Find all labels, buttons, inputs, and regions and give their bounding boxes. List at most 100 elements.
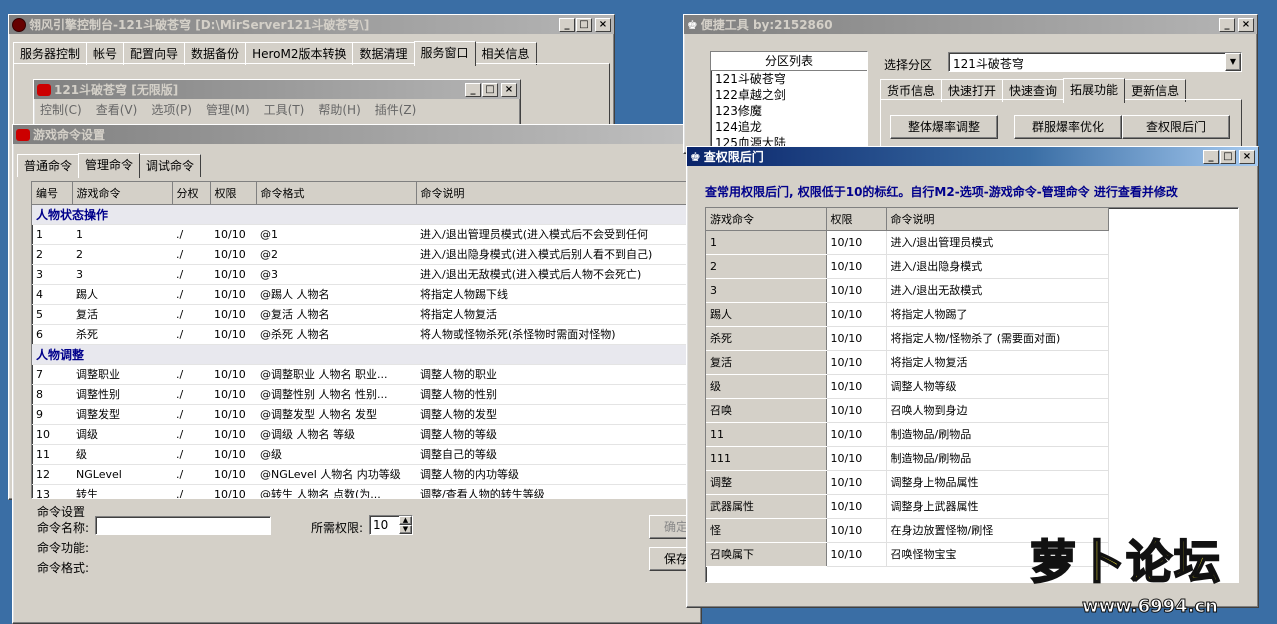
tools-tab-3[interactable]: 拓展功能 [1063, 78, 1126, 103]
command-tab-1[interactable]: 管理命令 [78, 153, 141, 178]
stepper-down-icon[interactable]: ▼ [399, 525, 412, 534]
console-tab-3[interactable]: 数据备份 [184, 42, 247, 65]
maximize-icon[interactable]: □ [1220, 149, 1236, 164]
menu-item-4[interactable]: 工具(T) [264, 101, 305, 118]
table-row[interactable]: 7 调整职业 ./10/10 @调整职业 人物名 职业... 调整人物的职业 [32, 364, 701, 385]
tools-titlebar[interactable]: ♚ 便捷工具 by:2152860 _ × [684, 15, 1257, 34]
table-row[interactable]: 13 转生 ./10/10 @转生 人物名 点数(为... 调整/查看人物的转生等级 [32, 484, 701, 498]
table-row[interactable]: 武器属性 10/10 调整身上武器属性 [706, 494, 1109, 519]
table-row[interactable]: 12 NGLevel ./10/10 @NGLevel 人物名 内功等级 调整人物的内功… [32, 464, 701, 485]
table-row[interactable]: 4 踢人 ./10/10 @踢人 人物名 将指定人物踢下线 [32, 284, 701, 305]
table-cell: 进入/退出隐身模式(进入模式后别人看不到自己) [416, 244, 701, 265]
table-row[interactable]: 10 调级 ./10/10 @调级 人物名 等级 调整人物的等级 [32, 424, 701, 445]
column-header[interactable]: 游戏命令 [706, 208, 827, 231]
app-logo-icon [12, 17, 26, 32]
tool-button-2[interactable]: 查权限后门 [1122, 115, 1230, 139]
table-row[interactable]: 11 10/10 制造物品/刷物品 [706, 422, 1109, 447]
close-icon[interactable]: × [595, 17, 611, 32]
tool-button-0[interactable]: 整体爆率调整 [890, 115, 998, 139]
column-header[interactable]: 分权 [172, 182, 211, 205]
command-tab-2[interactable]: 调试命令 [139, 154, 202, 177]
table-row[interactable]: 级 10/10 调整人物等级 [706, 374, 1109, 399]
partition-item[interactable]: 123修魔 [715, 103, 867, 119]
menu-item-3[interactable]: 管理(M) [206, 101, 250, 118]
chevron-down-icon[interactable]: ▼ [1225, 53, 1241, 71]
table-row[interactable]: 召唤 10/10 召唤人物到身边 [706, 398, 1109, 423]
table-cell: 2 [32, 244, 72, 265]
table-row[interactable]: 2 10/10 进入/退出隐身模式 [706, 254, 1109, 279]
group-row: 人物调整 [32, 344, 701, 365]
minimize-icon[interactable]: _ [1203, 149, 1219, 164]
table-row[interactable]: 调整 10/10 调整身上物品属性 [706, 470, 1109, 495]
service-titlebar[interactable]: 121斗破苍穹 [无限版] _ □ × [34, 80, 520, 99]
command-tab-0[interactable]: 普通命令 [17, 154, 80, 177]
tools-title: 便捷工具 by:2152860 [700, 18, 833, 32]
table-row[interactable]: 2 2 ./10/10 @2 进入/退出隐身模式(进入模式后别人看不到自己) [32, 244, 701, 265]
console-tab-2[interactable]: 配置向导 [123, 42, 186, 65]
table-cell: 制造物品/刷物品 [886, 422, 1109, 447]
table-cell: 6 [32, 324, 72, 345]
console-tab-5[interactable]: 数据清理 [352, 42, 415, 65]
tool-button-1[interactable]: 群服爆率优化 [1014, 115, 1122, 139]
menu-item-2[interactable]: 选项(P) [151, 101, 192, 118]
table-row[interactable]: 杀死 10/10 将指定人物/怪物杀了 (需要面对面) [706, 326, 1109, 351]
minimize-icon[interactable]: _ [465, 82, 481, 97]
console-tab-6[interactable]: 服务窗口 [413, 41, 476, 66]
stepper-up-icon[interactable]: ▲ [399, 516, 412, 525]
command-table[interactable]: 编号 游戏命令 分权 权限 命令格式 命令说明 人物状态操作 1 1 ./10/10 @1 进入/退… [31, 181, 701, 499]
maximize-icon[interactable]: □ [576, 17, 592, 32]
column-header[interactable]: 权限 [826, 208, 887, 231]
menu-item-5[interactable]: 帮助(H) [318, 101, 360, 118]
table-row[interactable]: 6 杀死 ./10/10 @杀死 人物名 将人物或怪物杀死(杀怪物时需面对怪物) [32, 324, 701, 345]
close-icon[interactable]: × [1239, 149, 1255, 164]
console-tab-1[interactable]: 帐号 [86, 42, 125, 65]
console-tab-0[interactable]: 服务器控制 [13, 42, 88, 65]
menu-item-6[interactable]: 插件(Z) [375, 101, 417, 118]
close-icon[interactable]: × [501, 82, 517, 97]
partition-item[interactable]: 122卓越之剑 [715, 87, 867, 103]
table-row[interactable]: 复活 10/10 将指定人物复活 [706, 350, 1109, 375]
column-header[interactable]: 命令说明 [416, 182, 701, 205]
partition-select[interactable]: 121斗破苍穹 ▼ [948, 52, 1242, 72]
table-row[interactable]: 1 10/10 进入/退出管理员模式 [706, 230, 1109, 255]
partition-item[interactable]: 124追龙 [715, 119, 867, 135]
maximize-icon[interactable]: □ [482, 82, 498, 97]
menu-item-1[interactable]: 查看(V) [96, 101, 138, 118]
table-cell: 10/10 [210, 264, 256, 285]
minimize-icon[interactable]: _ [559, 17, 575, 32]
table-row[interactable]: 9 调整发型 ./10/10 @调整发型 人物名 发型 调整人物的发型 [32, 404, 701, 425]
command-name-input[interactable] [95, 516, 271, 535]
table-cell: 10/10 [826, 254, 887, 279]
table-row[interactable]: 踢人 10/10 将指定人物踢了 [706, 302, 1109, 327]
game-command-titlebar[interactable]: 游戏命令设置 [13, 125, 701, 144]
partition-item[interactable]: 121斗破苍穹 [715, 71, 867, 87]
console-titlebar[interactable]: 翎风引擎控制台-121斗破苍穹 [D:\MirServer121斗破苍穹\] _… [9, 15, 614, 34]
partition-list[interactable]: 分区列表 121斗破苍穹 122卓越之剑 123修魔 124追龙 125血源大陆 [710, 51, 868, 153]
column-header[interactable]: 命令格式 [256, 182, 417, 205]
table-cell: @级 [256, 444, 416, 465]
table-row[interactable]: 1 1 ./10/10 @1 进入/退出管理员模式(进入模式后不会受到任何 [32, 224, 701, 245]
minimize-icon[interactable]: _ [1219, 17, 1235, 32]
permission-titlebar[interactable]: ♚ 查权限后门 _ □ × [687, 147, 1258, 166]
table-cell: 2 [706, 254, 827, 279]
table-row[interactable]: 3 3 ./10/10 @3 进入/退出无敌模式(进入模式后人物不会死亡) [32, 264, 701, 285]
close-icon[interactable]: × [1238, 17, 1254, 32]
table-row[interactable]: 8 调整性别 ./10/10 @调整性别 人物名 性别... 调整人物的性别 [32, 384, 701, 405]
console-tab-7[interactable]: 相关信息 [474, 42, 537, 65]
table-cell: 将指定人物复活 [416, 304, 701, 325]
table-row[interactable]: 111 10/10 制造物品/刷物品 [706, 446, 1109, 471]
column-header[interactable]: 权限 [210, 182, 257, 205]
table-cell: 13 [32, 484, 72, 498]
partition-select-value: 121斗破苍穹 [953, 57, 1024, 71]
table-cell: ./ [172, 284, 210, 305]
table-cell: 武器属性 [706, 494, 827, 519]
column-header[interactable]: 游戏命令 [72, 182, 173, 205]
console-tab-4[interactable]: HeroM2版本转换 [245, 42, 354, 65]
table-row[interactable]: 11 级 ./10/10 @级 调整自己的等级 [32, 444, 701, 465]
column-header[interactable]: 命令说明 [886, 208, 1109, 231]
table-row[interactable]: 5 复活 ./10/10 @复活 人物名 将指定人物复活 [32, 304, 701, 325]
menu-item-0[interactable]: 控制(C) [40, 101, 82, 118]
column-header[interactable]: 编号 [32, 182, 73, 205]
required-permission-stepper[interactable]: 10 ▲ ▼ [369, 515, 413, 535]
table-row[interactable]: 3 10/10 进入/退出无敌模式 [706, 278, 1109, 303]
